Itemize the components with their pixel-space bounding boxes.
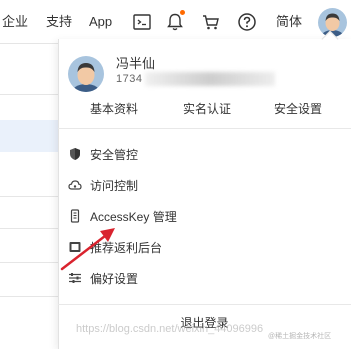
top-navigation-bar: 企业 支持 App 简体 <box>0 0 351 44</box>
background-divider <box>0 196 62 197</box>
profile-avatar <box>68 56 104 92</box>
background-divider <box>0 94 62 95</box>
language-switch[interactable]: 简体 <box>276 13 302 31</box>
shield-icon <box>68 147 82 161</box>
nav-item-app[interactable]: App <box>89 13 112 31</box>
menu-item-label: 偏好设置 <box>90 272 139 286</box>
watermark: https://blog.csdn.net/weixin_44096996 <box>76 323 264 335</box>
terminal-icon[interactable] <box>131 11 153 33</box>
link-security-settings[interactable]: 安全设置 <box>274 100 322 117</box>
notification-dot <box>180 10 185 15</box>
sliders-icon <box>68 271 82 285</box>
menu-divider <box>58 128 351 129</box>
menu-item-preferences[interactable]: 偏好设置 <box>68 263 348 293</box>
background-selected-row <box>0 120 62 152</box>
nav-item-enterprise[interactable]: 企业 <box>2 13 28 31</box>
menu-item-label: 安全管控 <box>90 148 139 162</box>
user-phone: 1734 <box>116 73 143 85</box>
key-icon <box>68 209 82 223</box>
link-basic-info[interactable]: 基本资料 <box>90 100 138 117</box>
background-divider <box>0 228 62 229</box>
menu-item-security-control[interactable]: 安全管控 <box>68 139 348 169</box>
menu-item-referral[interactable]: 推荐返利后台 <box>68 232 348 262</box>
gift-icon <box>68 240 82 254</box>
watermark-corner: @稀土掘金技术社区 <box>268 333 332 340</box>
background-divider <box>0 262 62 263</box>
nav-item-support[interactable]: 支持 <box>46 13 72 31</box>
link-real-name-auth[interactable]: 实名认证 <box>183 100 231 117</box>
menu-item-label: 推荐返利后台 <box>90 241 163 255</box>
menu-item-accesskey[interactable]: AccessKey 管理 <box>68 201 348 231</box>
menu-item-access-control[interactable]: 访问控制 <box>68 170 348 200</box>
phone-obscured-region <box>145 72 275 86</box>
menu-item-label: 访问控制 <box>90 179 139 193</box>
cloud-icon <box>68 178 82 192</box>
menu-divider <box>58 304 351 305</box>
user-name: 冯半仙 <box>116 56 156 71</box>
cart-icon[interactable] <box>200 11 222 33</box>
background-divider <box>0 296 62 297</box>
help-icon[interactable] <box>236 11 258 33</box>
menu-item-label: AccessKey 管理 <box>90 210 177 224</box>
